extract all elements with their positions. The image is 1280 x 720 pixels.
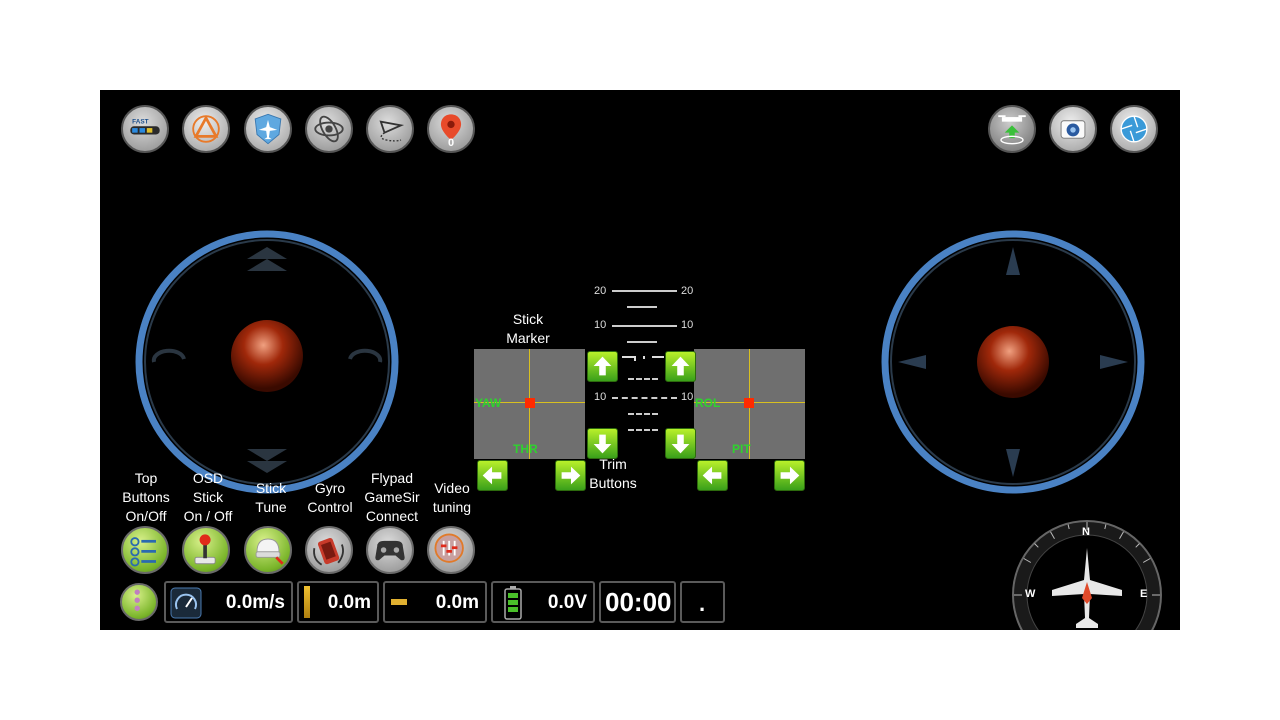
left-stick-monitor: YAW THR [474, 349, 585, 459]
arrow-left-icon [482, 466, 502, 485]
compass-east: E [1140, 588, 1148, 600]
video-tuning-button[interactable] [427, 526, 475, 574]
yaw-label: YAW [475, 396, 502, 410]
osd-stick-toggle[interactable] [182, 526, 230, 574]
drone-return-icon [998, 115, 1026, 145]
ladder-label: 10 [594, 391, 607, 403]
waypoint-fly-button[interactable] [366, 105, 414, 153]
pit-label: PIT [732, 442, 751, 456]
arrow-right-icon [561, 466, 581, 485]
osd-stick-annotation: OSD Stick On / Off [183, 470, 233, 524]
eye-orbit-icon [314, 115, 344, 143]
altitude-value: 0.0m [327, 592, 371, 613]
flypad-connect-button[interactable] [366, 526, 414, 574]
ladder-label: 10 [681, 319, 694, 331]
camera-icon [1060, 120, 1086, 139]
more-options-button[interactable] [120, 583, 158, 621]
equalizer-icon [434, 533, 464, 563]
trim-throttle-up-button[interactable] [587, 351, 618, 382]
flypad-annotation: Flypad GameSir Connect [364, 470, 420, 524]
warning-triangle-icon [192, 115, 220, 143]
speedometer-icon [170, 587, 202, 619]
photo-button[interactable] [1049, 105, 1097, 153]
extra-panel: . [680, 581, 725, 623]
map-pin-button[interactable]: 0 [427, 105, 475, 153]
arrow-up-icon [593, 356, 612, 376]
ladder-label: 20 [681, 285, 694, 297]
joystick-icon [194, 534, 216, 565]
video-tuning-annotation: Video tuning [432, 480, 472, 515]
list-toggle-icon [130, 537, 156, 567]
aperture-icon [1120, 115, 1148, 143]
right-stick-monitor: ROL PIT [694, 349, 805, 459]
stick-tune-button[interactable] [244, 526, 292, 574]
battery-icon [504, 586, 522, 620]
arrow-left-icon [702, 466, 722, 485]
gyro-control-button[interactable] [305, 526, 353, 574]
stick-marker-annotation: Stick Marker [506, 311, 550, 346]
phone-tilt-icon [313, 537, 344, 566]
distance-value: 0.0m [435, 592, 479, 613]
arrow-right-icon [780, 466, 800, 485]
drone-controller-screen: FAST 0 20 20 10 10 10 10 YAW THR ROL PIT… [100, 90, 1180, 630]
stick-tune-annotation: Stick Tune [255, 480, 287, 515]
vertical-dots-icon [134, 589, 140, 611]
ladder-label: 20 [594, 285, 607, 297]
video-record-button[interactable] [1110, 105, 1158, 153]
battery-panel: 0.0V [491, 581, 595, 623]
extra-value: . [699, 591, 706, 616]
top-buttons-annotation: Top Buttons On/Off [122, 470, 170, 524]
trim-buttons-annotation: Trim Buttons [589, 456, 637, 491]
airplane-shield-icon [254, 113, 282, 145]
airplane-shield-button[interactable] [244, 105, 292, 153]
pin-count: 0 [447, 137, 455, 149]
voltage-value: 0.0V [547, 592, 587, 613]
flight-timer: 00:00 [605, 587, 672, 617]
left-stick-knob [231, 320, 303, 392]
compass-west: W [1025, 588, 1036, 600]
speed-value: 0.0m/s [225, 592, 285, 613]
ladder-label: 10 [681, 391, 694, 403]
ladder-label: 10 [594, 319, 607, 331]
compass-north: N [1082, 526, 1090, 538]
arrow-down-icon [593, 434, 612, 454]
trim-pitch-up-button[interactable] [665, 351, 696, 382]
timer-panel: 00:00 [599, 581, 676, 623]
speed-fast-icon: FAST [130, 119, 160, 135]
trim-roll-right-button[interactable] [774, 460, 805, 491]
stick-marker [525, 398, 535, 408]
return-home-button[interactable] [988, 105, 1036, 153]
arrow-up-icon [671, 356, 690, 376]
speed-label: FAST [132, 119, 148, 126]
right-joystick[interactable] [880, 229, 1146, 495]
trim-yaw-left-button[interactable] [477, 460, 508, 491]
altitude-bar-icon [304, 586, 310, 618]
stick-marker [744, 398, 754, 408]
right-stick-knob [977, 326, 1049, 398]
thr-label: THR [513, 442, 538, 456]
warning-button[interactable] [182, 105, 230, 153]
distance-icon [391, 599, 407, 605]
paper-plane-path-icon [379, 120, 405, 142]
gamepad-icon [375, 540, 405, 561]
altitude-panel: 0.0m [297, 581, 379, 623]
trim-pitch-down-button[interactable] [665, 428, 696, 459]
eye-orbit-button[interactable] [305, 105, 353, 153]
arrow-down-icon [671, 434, 690, 454]
rol-label: ROL [695, 396, 721, 410]
top-buttons-toggle[interactable] [121, 526, 169, 574]
left-joystick[interactable] [134, 229, 400, 495]
speed-fast-button[interactable]: FAST [121, 105, 169, 153]
trim-roll-left-button[interactable] [697, 460, 728, 491]
gyro-control-annotation: Gyro Control [307, 480, 353, 515]
distance-panel: 0.0m [383, 581, 487, 623]
compass: N E W [1010, 518, 1164, 630]
stick-cap-icon [255, 538, 284, 565]
speed-panel: 0.0m/s [164, 581, 293, 623]
